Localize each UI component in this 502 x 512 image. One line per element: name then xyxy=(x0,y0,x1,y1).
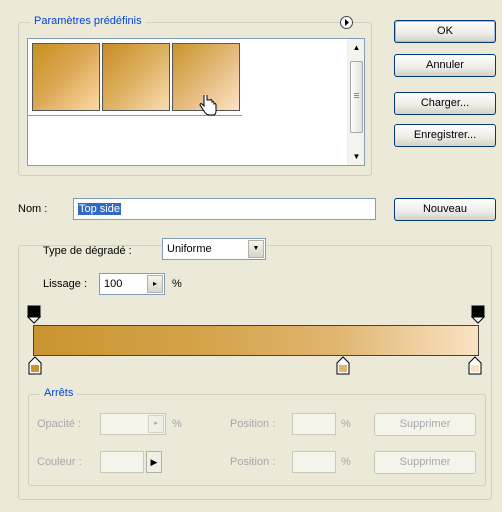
smoothness-arrow-icon[interactable]: ▸ xyxy=(147,275,163,293)
position2-unit: % xyxy=(341,456,351,468)
smoothness-unit: % xyxy=(172,278,182,290)
load-button[interactable]: Charger... xyxy=(394,92,496,115)
presets-menu-icon[interactable] xyxy=(340,16,353,29)
gradient-type-select[interactable]: Uniforme ▼ xyxy=(162,238,266,260)
name-label: Nom : xyxy=(18,203,48,215)
color-stop-right[interactable] xyxy=(468,356,482,376)
opacity-stop-right[interactable] xyxy=(471,305,485,325)
opacity-arrow-icon[interactable]: ▸ xyxy=(148,415,164,433)
color-swatch-field[interactable] xyxy=(100,451,144,473)
gradient-type-value: Uniforme xyxy=(167,243,212,255)
new-button[interactable]: Nouveau xyxy=(394,198,496,221)
color-label: Couleur : xyxy=(37,456,82,468)
opacity-stop-left[interactable] xyxy=(27,305,41,325)
preset-swatch-1[interactable] xyxy=(32,43,100,111)
smoothness-value: 100 xyxy=(104,278,123,290)
position-label: Position : xyxy=(230,418,276,430)
delete-color-stop-button[interactable]: Supprimer xyxy=(374,451,476,474)
presets-scrollbar[interactable]: ▲ ▼ xyxy=(347,39,364,165)
presets-list[interactable]: ▲ ▼ xyxy=(27,38,365,166)
position-input[interactable] xyxy=(292,413,336,435)
dropdown-arrow-icon[interactable]: ▼ xyxy=(248,240,264,258)
smoothness-label: Lissage : xyxy=(43,278,88,290)
color-stop-left[interactable] xyxy=(28,356,42,376)
preset-swatch-2[interactable] xyxy=(102,43,170,111)
opacity-label: Opacité : xyxy=(37,418,82,430)
presets-title: Paramètres prédéfinis xyxy=(30,15,146,27)
gradient-type-label: Type de dégradé : xyxy=(43,245,132,257)
color-arrow-icon[interactable]: ▶ xyxy=(146,451,162,473)
position-unit: % xyxy=(341,418,351,430)
ok-button[interactable]: OK xyxy=(394,20,496,43)
cancel-button[interactable]: Annuler xyxy=(394,54,496,77)
save-button[interactable]: Enregistrer... xyxy=(394,124,496,147)
scroll-up-icon[interactable]: ▲ xyxy=(349,40,364,55)
name-input[interactable]: Top side xyxy=(73,198,376,220)
opacity-input[interactable]: ▸ xyxy=(100,413,166,435)
smoothness-input[interactable]: 100 ▸ xyxy=(99,273,165,295)
arrow-right-icon xyxy=(345,19,349,26)
scroll-thumb[interactable] xyxy=(350,61,363,133)
name-value: Top side xyxy=(78,203,121,215)
hand-cursor-icon xyxy=(199,95,217,116)
gradient-preview-bar[interactable] xyxy=(33,325,479,356)
position2-label: Position : xyxy=(230,456,276,468)
delete-opacity-stop-button[interactable]: Supprimer xyxy=(374,413,476,436)
stops-title: Arrêts xyxy=(40,387,78,399)
position2-input[interactable] xyxy=(292,451,336,473)
opacity-unit: % xyxy=(172,418,182,430)
scroll-down-icon[interactable]: ▼ xyxy=(349,149,364,164)
color-stop-middle[interactable] xyxy=(336,356,350,376)
